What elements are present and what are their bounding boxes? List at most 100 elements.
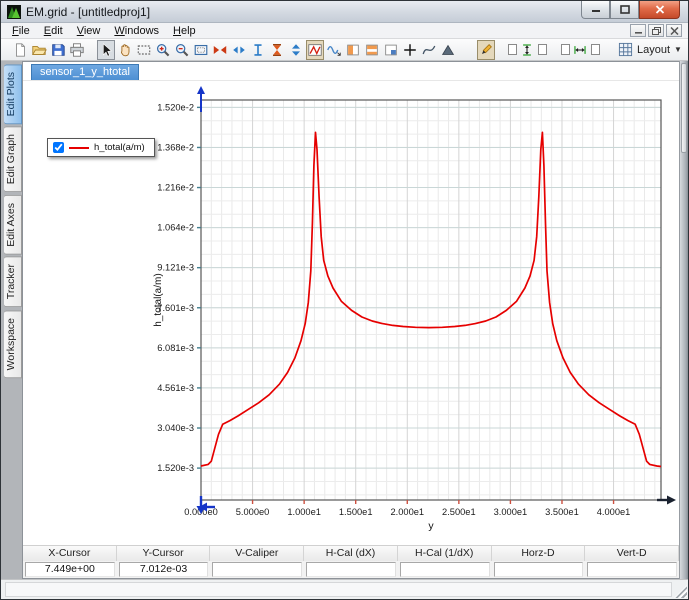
layout-button[interactable]: Layout ▼ — [612, 40, 688, 59]
sidebar-tab-strip: Edit Plots Edit Graph Edit AxesTracker Work… — [1, 61, 22, 579]
collapse-x-button[interactable] — [211, 40, 229, 60]
hourglass-button[interactable] — [268, 40, 286, 60]
cursor-value-horz-d — [494, 562, 584, 577]
new-file-icon — [12, 42, 28, 58]
split-vertical-button[interactable] — [344, 40, 362, 60]
panel-corner-icon — [383, 42, 399, 58]
h-extents-button[interactable] — [572, 40, 588, 60]
svg-text:1.216e-2: 1.216e-2 — [157, 183, 194, 193]
svg-text:3.500e1: 3.500e1 — [545, 507, 579, 517]
mdi-minimize-icon — [634, 27, 643, 35]
plot-region: 0.000e05.000e01.000e11.500e12.000e12.500… — [23, 81, 679, 545]
zoom-window-icon — [193, 42, 209, 58]
cursor-value-x-cursor: 7.449e+00 — [25, 562, 115, 577]
panel-corner-button[interactable] — [382, 40, 400, 60]
marquee-tool-button[interactable] — [135, 40, 153, 60]
menu-edit[interactable]: Edit — [37, 24, 70, 38]
pencil-tool-button[interactable] — [477, 40, 495, 60]
cursor-col-horz-d: Horz-D — [492, 546, 586, 561]
print-icon — [69, 42, 85, 58]
layout-grid-icon — [618, 42, 633, 57]
new-file-button[interactable] — [11, 40, 29, 60]
maximize-icon — [620, 5, 630, 14]
save-button[interactable] — [49, 40, 67, 60]
mdi-restore-icon — [652, 27, 661, 35]
h-extents-left-checkbox[interactable] — [561, 44, 570, 55]
legend-series-checkbox[interactable] — [53, 142, 64, 153]
cursor-col-y-cursor: Y-Cursor — [117, 546, 211, 561]
svg-text:2.500e1: 2.500e1 — [442, 507, 476, 517]
pan-tool-button[interactable] — [116, 40, 134, 60]
svg-text:h_total(a/m): h_total(a/m) — [153, 273, 164, 326]
h-extents-right-checkbox[interactable] — [591, 44, 600, 55]
cursor-col-v-caliper: V-Caliper — [210, 546, 304, 561]
expand-y-button[interactable] — [287, 40, 305, 60]
toolbar: Layout ▼ — [1, 39, 688, 61]
maximize-button[interactable] — [610, 1, 639, 19]
sidebar-tab-workspace[interactable]: Workspace — [4, 310, 22, 378]
legend-box[interactable]: h_total(a/m) — [47, 138, 155, 157]
peak-tool-button[interactable] — [439, 40, 457, 60]
zoom-out-button[interactable] — [173, 40, 191, 60]
app-window: EM.grid - [untitledproj1] FileEditViewWi… — [0, 0, 689, 600]
curve-tool-button[interactable] — [420, 40, 438, 60]
plot-client-area: sensor_1_y_htotal 0.000e05.000e01.000e11… — [22, 61, 679, 579]
open-file-icon — [31, 42, 47, 58]
menu-file[interactable]: File — [5, 24, 37, 38]
status-message-area — [5, 582, 672, 597]
minimize-button[interactable] — [581, 1, 610, 19]
range-y-button[interactable] — [249, 40, 267, 60]
expand-x-icon — [231, 42, 247, 58]
menu-windows[interactable]: Windows — [107, 24, 166, 38]
mdi-close-button[interactable] — [666, 24, 682, 37]
sidebar-tab-edit-plots[interactable]: Edit Plots — [4, 64, 22, 124]
zoom-window-button[interactable] — [192, 40, 210, 60]
zoom-in-button[interactable] — [154, 40, 172, 60]
cursor-value-y-cursor: 7.012e-03 — [119, 562, 209, 577]
crosshair-button[interactable] — [401, 40, 419, 60]
v-extents-button[interactable] — [519, 40, 535, 60]
v-extents-left-checkbox[interactable] — [508, 44, 517, 55]
mdi-minimize-button[interactable] — [630, 24, 646, 37]
layout-button-label: Layout — [637, 44, 670, 56]
svg-text:1.368e-2: 1.368e-2 — [157, 142, 194, 152]
split-horizontal-button[interactable] — [363, 40, 381, 60]
svg-text:9.121e-3: 9.121e-3 — [157, 263, 194, 273]
svg-text:1.000e1: 1.000e1 — [287, 507, 321, 517]
svg-text:3.040e-3: 3.040e-3 — [157, 423, 194, 433]
menu-bar: FileEditViewWindowsHelp — [1, 23, 688, 39]
pointer-tool-button[interactable] — [97, 40, 115, 60]
print-button[interactable] — [68, 40, 86, 60]
pan-hand-icon — [117, 42, 133, 58]
sidebar-tab-edit-axes[interactable]: Edit Axes — [4, 195, 22, 255]
resize-grip[interactable] — [674, 585, 687, 598]
close-button[interactable] — [639, 1, 680, 19]
svg-text:1.520e-3: 1.520e-3 — [157, 463, 194, 473]
tab-sensor-1-y-htotal[interactable]: sensor_1_y_htotal — [31, 64, 139, 80]
edit-plot-button[interactable] — [306, 40, 324, 60]
open-file-button[interactable] — [30, 40, 48, 60]
svg-text:y: y — [428, 520, 434, 532]
expand-y-icon — [288, 42, 304, 58]
sidebar-tab-edit-graph[interactable]: Edit Graph — [4, 126, 22, 192]
svg-text:2.000e1: 2.000e1 — [390, 507, 424, 517]
sine-curve-button[interactable] — [325, 40, 343, 60]
range-y-icon — [250, 42, 266, 58]
zoom-in-icon — [155, 42, 171, 58]
pointer-icon — [98, 42, 114, 58]
status-bar — [1, 579, 688, 599]
h-extents-icon — [573, 42, 587, 58]
cursor-value-h-cal-1-dx- — [400, 562, 490, 577]
crosshair-icon — [402, 42, 418, 58]
peak-tool-icon — [440, 42, 456, 58]
marquee-icon — [136, 42, 152, 58]
mdi-restore-button[interactable] — [648, 24, 664, 37]
svg-text:1.064e-2: 1.064e-2 — [157, 223, 194, 233]
close-icon — [655, 5, 665, 14]
split-vertical-icon — [345, 42, 361, 58]
menu-help[interactable]: Help — [166, 24, 203, 38]
menu-view[interactable]: View — [70, 24, 108, 38]
expand-x-button[interactable] — [230, 40, 248, 60]
v-extents-right-checkbox[interactable] — [538, 44, 547, 55]
sidebar-tab-tracker[interactable]: Tracker — [4, 256, 22, 307]
